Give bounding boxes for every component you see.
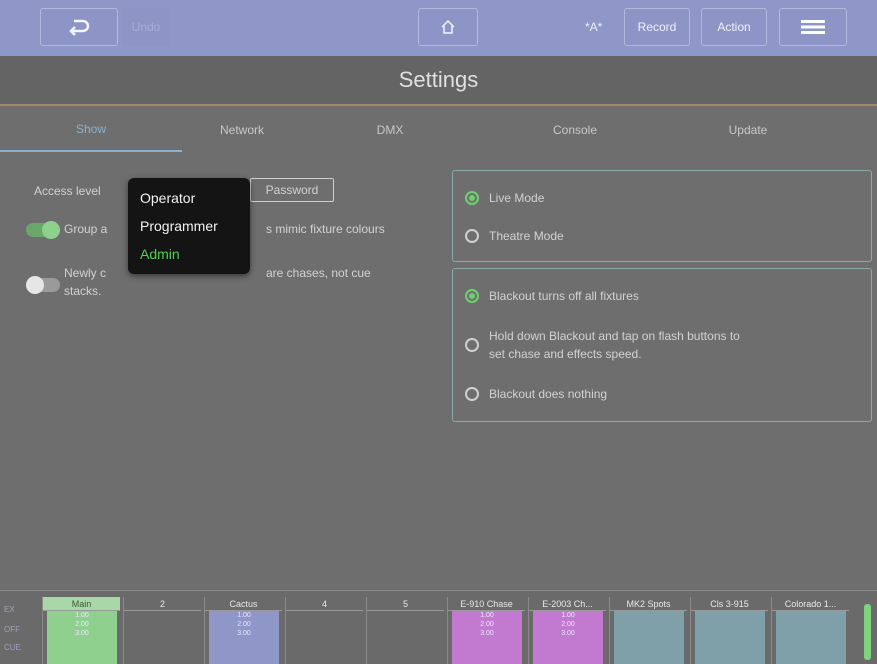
playback-label: E-2003 Ch... [529,597,606,611]
playback-fader[interactable]: E-2003 Ch... 1.00 2.00 3.00 [528,597,606,664]
home-icon [441,19,455,34]
playback-value: 1.00 [561,612,575,619]
playback-value: 2.00 [237,621,251,628]
playback-cue-cells [290,611,360,664]
radio-checked-icon [465,191,479,205]
playback-cue-cells: 1.00 2.00 3.00 [47,611,117,664]
live-mode-option[interactable]: Live Mode [465,191,544,205]
playback-side-label: EX [4,605,15,614]
playback-label: Cactus [205,597,282,611]
playback-cue-cells: 1.00 2.00 3.00 [209,611,279,664]
tab-dmx[interactable]: DMX [330,108,450,152]
blackout-nothing-label: Blackout does nothing [489,387,608,401]
blackout-nothing-option[interactable]: Blackout does nothing [465,387,607,401]
radio-unchecked-icon [465,387,479,401]
newly-created-label-line2: stacks. [64,284,102,298]
playback-label: Colorado 1... [772,597,849,611]
theatre-mode-option[interactable]: Theatre Mode [465,229,564,243]
page-title: Settings [398,67,479,92]
playback-bar: EX OFF CUE Main 1.00 2.00 3.00 2 Cactus 1.00 2.… [0,590,877,664]
undo-arrow-icon [69,19,90,36]
access-level-label: Access level [34,184,101,198]
action-button[interactable]: Action [701,8,767,46]
playback-fader[interactable]: Main 1.00 2.00 3.00 [42,597,120,664]
hamburger-menu-icon [801,20,825,34]
playback-fader[interactable]: E-910 Chase 1.00 2.00 3.00 [447,597,525,664]
playback-value: 1.00 [75,612,89,619]
radio-unchecked-icon [465,338,479,352]
live-mode-label: Live Mode [489,191,545,205]
dropdown-option-programmer[interactable]: Programmer [140,218,218,234]
home-button[interactable] [418,8,478,46]
blackout-hold-label-line1: Hold down Blackout and tap on flash butt… [489,329,740,343]
title-bar: Settings [0,56,877,106]
blackout-hold-option[interactable]: Hold down Blackout and tap on flash butt… [465,327,740,363]
playback-scrollbar[interactable] [864,604,871,660]
playback-fader[interactable]: Cactus 1.00 2.00 3.00 [204,597,282,664]
back-button[interactable] [40,8,118,46]
blackout-off-option[interactable]: Blackout turns off all fixtures [465,289,639,303]
playback-label: 2 [124,597,201,611]
radio-unchecked-icon [465,229,479,243]
newly-created-toggle[interactable] [26,276,60,294]
playback-fader[interactable]: Colorado 1... [771,597,849,664]
playback-fader[interactable]: 2 [123,597,201,664]
settings-tabs: Show Network DMX Console Update [0,108,877,152]
group-colour-label-start: Group a [64,222,108,236]
newly-created-label-part1: Newly c [64,266,107,280]
dropdown-option-admin[interactable]: Admin [140,246,180,262]
group-colour-label-end: s mimic fixture colours [266,222,385,236]
highlight-button[interactable]: *A* [585,8,602,46]
group-colour-toggle[interactable] [26,221,60,239]
playback-value: 3.00 [75,630,89,637]
playback-value: 2.00 [561,621,575,628]
blackout-off-label: Blackout turns off all fixtures [489,289,639,303]
playback-value: 1.00 [480,612,494,619]
record-button[interactable]: Record [624,8,690,46]
playback-cue-cells [128,611,198,664]
tab-update[interactable]: Update [688,108,808,152]
playback-side-label: OFF [4,625,20,634]
top-toolbar: Undo *A* Record Action [0,0,877,56]
playback-value: 2.00 [75,621,89,628]
undo-button[interactable]: Undo [122,8,170,46]
playback-cue-cells [614,611,684,664]
mode-panel: Live Mode Theatre Mode [452,170,872,262]
playback-label: Cls 3-915 [691,597,768,611]
blackout-hold-text: Hold down Blackout and tap on flash butt… [489,327,740,363]
blackout-hold-label-line2: set chase and effects speed. [489,347,642,361]
password-button[interactable]: Password [250,178,334,202]
tab-network[interactable]: Network [182,108,302,152]
playback-fader[interactable]: Cls 3-915 [690,597,768,664]
access-level-dropdown: Operator Programmer Admin [128,178,250,274]
playback-label: 5 [367,597,444,611]
playback-label: MK2 Spots [610,597,687,611]
playback-cue-cells: 1.00 2.00 3.00 [452,611,522,664]
playback-label: Main [43,597,120,611]
playback-value: 3.00 [561,630,575,637]
dropdown-option-operator[interactable]: Operator [140,190,195,206]
playback-value: 3.00 [480,630,494,637]
tab-show[interactable]: Show [0,108,182,152]
playback-cue-cells [695,611,765,664]
playback-value: 3.00 [237,630,251,637]
playback-value: 1.00 [237,612,251,619]
radio-checked-icon [465,289,479,303]
playback-cue-cells [371,611,441,664]
tab-console[interactable]: Console [515,108,635,152]
playback-label: 4 [286,597,363,611]
playback-fader[interactable]: 5 [366,597,444,664]
newly-created-label-part2: are chases, not cue [266,266,371,280]
playback-side-label: CUE [4,643,21,652]
theatre-mode-label: Theatre Mode [489,229,564,243]
playback-value: 2.00 [480,621,494,628]
menu-button[interactable] [779,8,847,46]
blackout-panel: Blackout turns off all fixtures Hold dow… [452,268,872,422]
playback-fader[interactable]: MK2 Spots [609,597,687,664]
playback-cue-cells [776,611,846,664]
playback-cue-cells: 1.00 2.00 3.00 [533,611,603,664]
playback-label: E-910 Chase [448,597,525,611]
playback-fader[interactable]: 4 [285,597,363,664]
